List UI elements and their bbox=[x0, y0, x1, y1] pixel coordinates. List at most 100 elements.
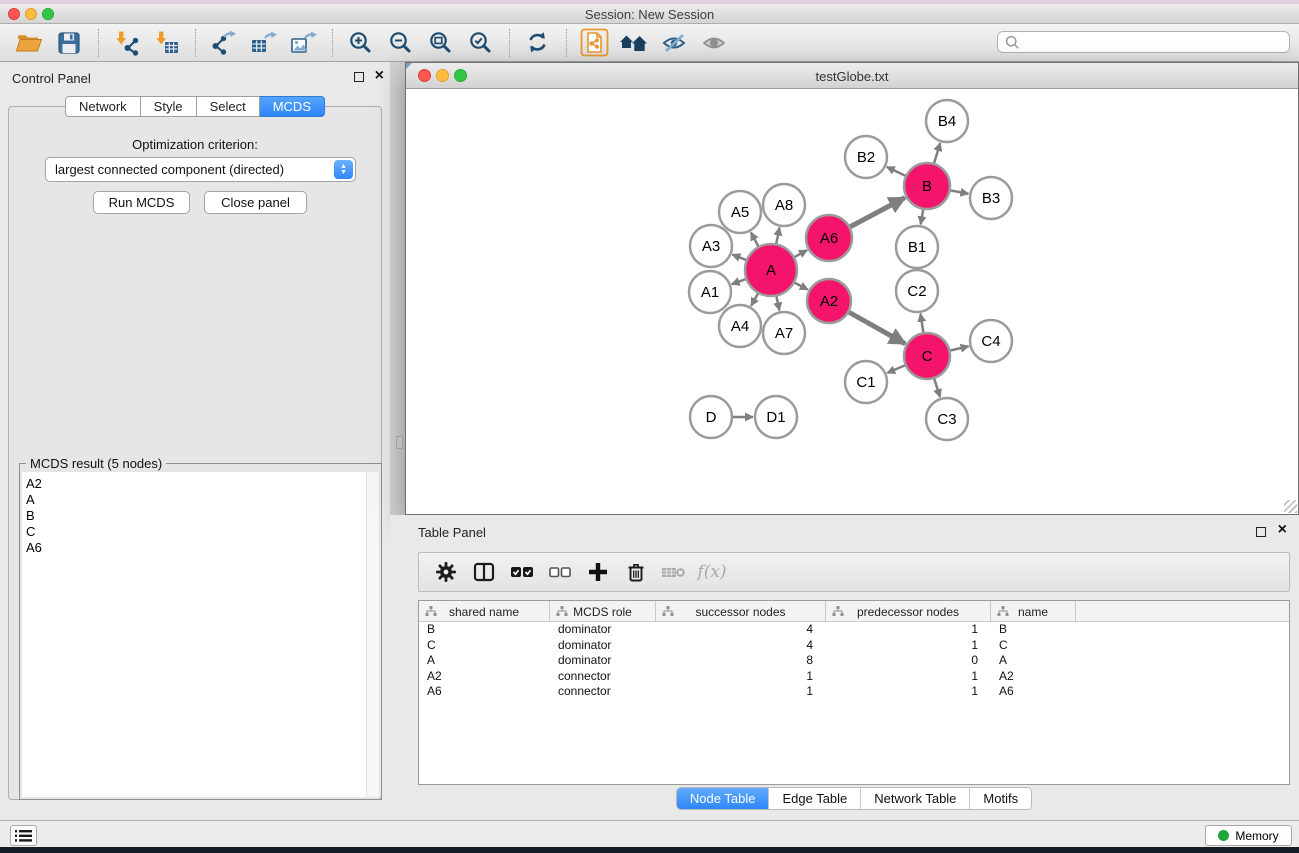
node-C4[interactable]: C4 bbox=[970, 320, 1012, 362]
table-cell[interactable]: 1 bbox=[826, 669, 991, 685]
table-cell[interactable]: dominator bbox=[550, 653, 656, 669]
edge-A-A4[interactable] bbox=[751, 294, 758, 306]
column-header-predecessor-nodes[interactable]: predecessor nodes bbox=[826, 601, 991, 622]
save-session-icon[interactable] bbox=[52, 28, 86, 58]
delete-column-icon[interactable] bbox=[621, 558, 651, 586]
edge-A-A7[interactable] bbox=[776, 296, 779, 310]
criterion-dropdown[interactable]: largest connected component (directed) ▲… bbox=[45, 157, 356, 182]
edge-A-A3[interactable] bbox=[732, 255, 746, 260]
import-network-icon[interactable] bbox=[109, 28, 143, 58]
node-C[interactable]: C bbox=[904, 333, 950, 379]
table-row[interactable]: Adominator80A bbox=[419, 653, 1289, 669]
table-cell[interactable]: 1 bbox=[826, 684, 991, 700]
split-columns-icon[interactable] bbox=[469, 558, 499, 586]
node-B1[interactable]: B1 bbox=[896, 226, 938, 268]
zoom-out-icon[interactable] bbox=[383, 28, 417, 58]
run-mcds-button[interactable]: Run MCDS bbox=[93, 191, 190, 214]
edge-C-C1[interactable] bbox=[887, 365, 905, 373]
close-panel-button[interactable]: Close panel bbox=[204, 191, 307, 214]
window-resize-grip[interactable] bbox=[1284, 500, 1297, 513]
node-A5[interactable]: A5 bbox=[719, 191, 761, 233]
table-settings-icon[interactable] bbox=[431, 558, 461, 586]
edge-A-A2[interactable] bbox=[795, 283, 808, 290]
task-history-button[interactable] bbox=[10, 825, 37, 846]
edge-B-B3[interactable] bbox=[951, 190, 969, 193]
table-cell[interactable]: 8 bbox=[656, 653, 826, 669]
node-C3[interactable]: C3 bbox=[926, 398, 968, 440]
edge-C-C4[interactable] bbox=[950, 346, 968, 350]
edge-A-A1[interactable] bbox=[732, 279, 746, 284]
column-header-successor-nodes[interactable]: successor nodes bbox=[656, 601, 826, 622]
table-cell[interactable]: 0 bbox=[826, 653, 991, 669]
edge-A-A5[interactable] bbox=[751, 232, 758, 246]
node-A3[interactable]: A3 bbox=[690, 225, 732, 267]
float-table-panel-icon[interactable] bbox=[1256, 527, 1266, 537]
node-A[interactable]: A bbox=[745, 244, 797, 296]
table-row[interactable]: Cdominator41C bbox=[419, 638, 1289, 654]
result-item[interactable]: B bbox=[26, 508, 379, 524]
table-row[interactable]: A6connector11A6 bbox=[419, 684, 1289, 700]
result-scrollbar[interactable] bbox=[366, 472, 379, 797]
tab-edge-table[interactable]: Edge Table bbox=[768, 788, 860, 809]
close-panel-icon[interactable]: × bbox=[375, 66, 384, 86]
column-header-name[interactable]: name bbox=[991, 601, 1076, 622]
tab-network-table[interactable]: Network Table bbox=[860, 788, 969, 809]
tab-motifs[interactable]: Motifs bbox=[969, 788, 1031, 809]
table-cell[interactable]: B bbox=[991, 622, 1076, 638]
open-session-icon[interactable] bbox=[12, 28, 46, 58]
export-table-icon[interactable] bbox=[246, 28, 280, 58]
node-C2[interactable]: C2 bbox=[896, 270, 938, 312]
node-B4[interactable]: B4 bbox=[926, 100, 968, 142]
float-panel-icon[interactable] bbox=[354, 72, 364, 82]
node-B[interactable]: B bbox=[904, 163, 950, 209]
node-A6[interactable]: A6 bbox=[806, 215, 852, 261]
refresh-view-icon[interactable] bbox=[520, 28, 554, 58]
table-cell[interactable]: C bbox=[419, 638, 550, 654]
node-A1[interactable]: A1 bbox=[689, 271, 731, 313]
edge-B-B4[interactable] bbox=[934, 143, 940, 163]
column-header-MCDS-role[interactable]: MCDS role bbox=[550, 601, 656, 622]
zoom-in-icon[interactable] bbox=[343, 28, 377, 58]
scrollbar-nub[interactable] bbox=[396, 436, 403, 449]
edge-C-C3[interactable] bbox=[934, 379, 940, 397]
export-image-icon[interactable] bbox=[286, 28, 320, 58]
tab-node-table[interactable]: Node Table bbox=[677, 788, 769, 809]
table-cell[interactable]: 1 bbox=[826, 638, 991, 654]
table-cell[interactable]: dominator bbox=[550, 622, 656, 638]
node-A8[interactable]: A8 bbox=[763, 184, 805, 226]
show-panel-icon[interactable] bbox=[697, 28, 731, 58]
import-table-icon[interactable] bbox=[149, 28, 183, 58]
mcds-result-list[interactable]: A2ABCA6 bbox=[22, 472, 379, 797]
table-cell[interactable]: A2 bbox=[991, 669, 1076, 685]
tab-mcds[interactable]: MCDS bbox=[260, 96, 325, 117]
node-D[interactable]: D bbox=[690, 396, 732, 438]
node-A7[interactable]: A7 bbox=[763, 312, 805, 354]
memory-button[interactable]: Memory bbox=[1205, 825, 1292, 846]
table-cell[interactable]: A6 bbox=[419, 684, 550, 700]
table-cell[interactable]: dominator bbox=[550, 638, 656, 654]
table-cell[interactable]: A bbox=[991, 653, 1076, 669]
node-C1[interactable]: C1 bbox=[845, 361, 887, 403]
table-row[interactable]: Bdominator41B bbox=[419, 622, 1289, 638]
result-item[interactable]: C bbox=[26, 524, 379, 540]
table-cell[interactable]: 4 bbox=[656, 622, 826, 638]
node-A4[interactable]: A4 bbox=[719, 305, 761, 347]
zoom-fit-icon[interactable] bbox=[423, 28, 457, 58]
open-session-file-icon[interactable] bbox=[577, 28, 611, 58]
table-cell[interactable]: 1 bbox=[656, 684, 826, 700]
result-item[interactable]: A bbox=[26, 492, 379, 508]
edge-B-B1[interactable] bbox=[921, 210, 923, 225]
node-A2[interactable]: A2 bbox=[807, 279, 851, 323]
node-B3[interactable]: B3 bbox=[970, 177, 1012, 219]
add-column-icon[interactable] bbox=[583, 558, 613, 586]
edge-A6-B[interactable] bbox=[850, 198, 905, 227]
network-graph[interactable]: B4B2BB3B1A5A8A6A3AA1A2C2A4A7C4CC1C3DD1 bbox=[406, 89, 1298, 514]
tab-style[interactable]: Style bbox=[141, 96, 197, 117]
table-cell[interactable]: B bbox=[419, 622, 550, 638]
table-cell[interactable]: A2 bbox=[419, 669, 550, 685]
table-cell[interactable]: C bbox=[991, 638, 1076, 654]
edge-A-A8[interactable] bbox=[776, 228, 779, 244]
tab-select[interactable]: Select bbox=[197, 96, 260, 117]
result-item[interactable]: A2 bbox=[26, 476, 379, 492]
table-row[interactable]: A2connector11A2 bbox=[419, 669, 1289, 685]
